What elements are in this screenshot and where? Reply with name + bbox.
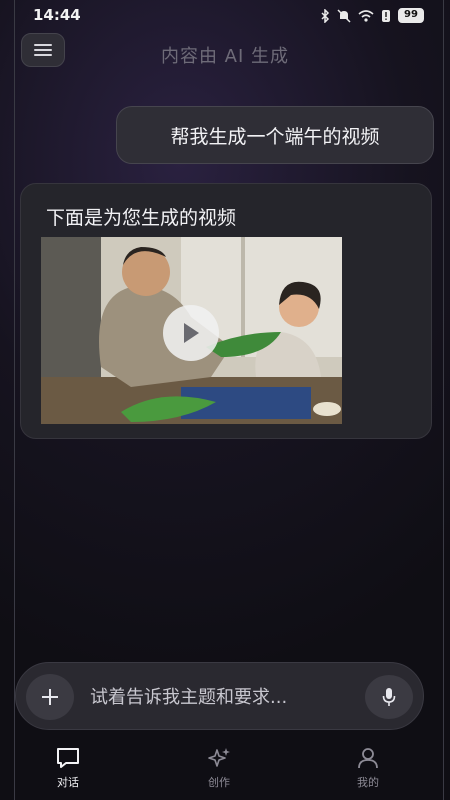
- bluetooth-icon: [321, 8, 330, 23]
- nav-item-create[interactable]: 创作: [184, 746, 254, 790]
- video-thumbnail[interactable]: [41, 237, 342, 424]
- chat-input[interactable]: [90, 683, 360, 711]
- page-title: 内容由 AI 生成: [160, 46, 290, 67]
- bottom-navigation: 对话 创作 我的: [0, 740, 450, 800]
- status-bar: 14:44 99: [0, 0, 450, 32]
- alert-icon: [382, 9, 390, 22]
- nav-label-profile: 我的: [357, 776, 379, 789]
- wifi-icon: [358, 10, 374, 22]
- play-button[interactable]: [163, 305, 219, 361]
- chat-bubble-icon: [57, 748, 79, 768]
- status-icons: 99: [320, 8, 424, 23]
- nav-label-chat: 对话: [57, 776, 79, 789]
- play-icon: [184, 323, 199, 343]
- plus-icon: [42, 689, 58, 705]
- mute-bell-icon: [337, 8, 351, 23]
- nav-item-chat[interactable]: 对话: [33, 746, 103, 790]
- user-message-bubble: 帮我生成一个端午的视频: [116, 106, 434, 164]
- nav-item-profile[interactable]: 我的: [333, 746, 403, 790]
- battery-indicator: 99: [398, 8, 424, 23]
- status-time: 14:44: [33, 6, 81, 24]
- user-message-text: 帮我生成一个端午的视频: [170, 125, 380, 148]
- person-icon: [358, 748, 378, 769]
- bot-message-card: 下面是为您生成的视频: [20, 183, 432, 439]
- add-button[interactable]: [26, 674, 74, 720]
- voice-input-button[interactable]: [365, 675, 413, 719]
- chat-input-bar: [15, 662, 424, 730]
- bot-message-text: 下面是为您生成的视频: [46, 207, 237, 229]
- nav-label-create: 创作: [208, 776, 230, 789]
- microphone-icon: [382, 688, 396, 706]
- sparkle-icon: [208, 748, 230, 767]
